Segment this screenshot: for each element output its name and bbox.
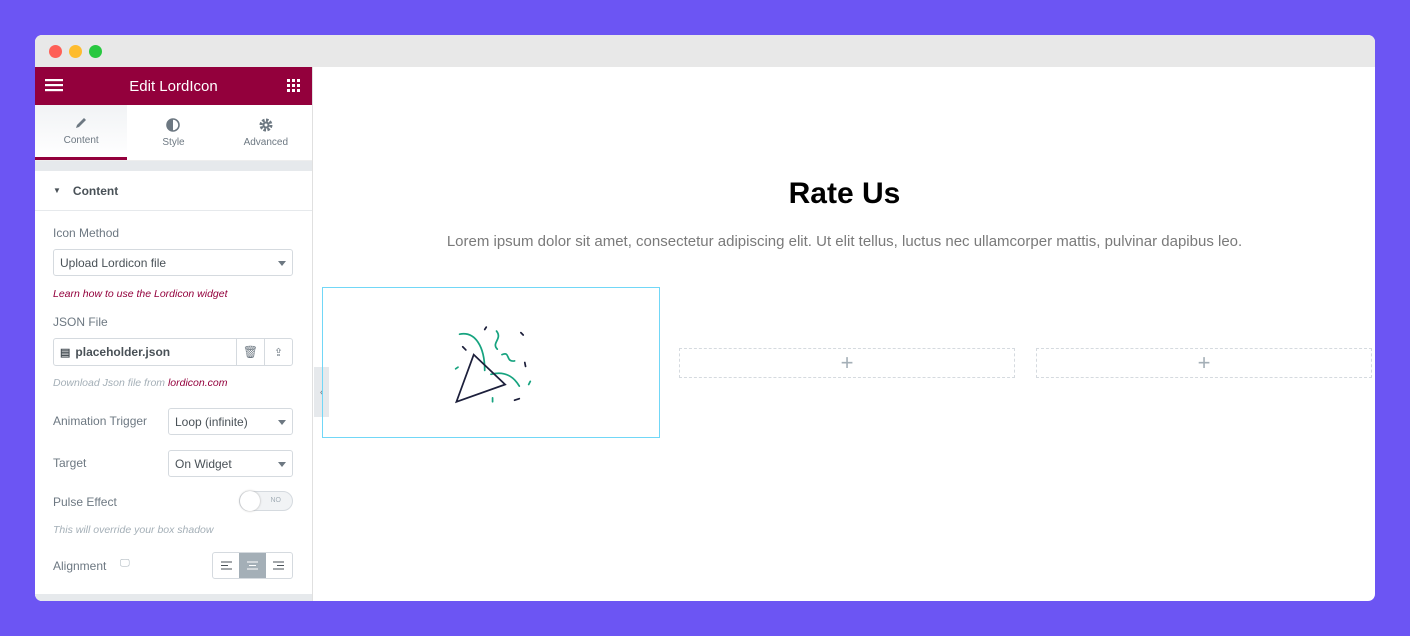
target-select[interactable]: On Widget [168,450,293,477]
animation-trigger-select[interactable]: Loop (infinite) [168,408,293,435]
page-text: Lorem ipsum dolor sit amet, consectetur … [446,233,1243,250]
align-right-button[interactable] [266,553,292,578]
panel-title: Edit LordIcon [129,77,218,95]
hamburger-menu-icon[interactable] [45,78,63,92]
note-text: Download Json file from [53,377,168,389]
pencil-icon [76,118,87,128]
icon-method-select[interactable]: Upload Lordicon file [53,249,293,276]
close-window-button[interactable] [49,45,62,58]
file-icon: ▤ [60,346,71,359]
upload-icon[interactable]: ⇪ [264,339,292,365]
party-popper-icon [454,326,532,404]
learn-link[interactable]: Learn how to use the Lordicon widget [53,288,228,300]
tab-label: Advanced [243,136,289,148]
icon-method-label: Icon Method [53,226,120,240]
align-center-icon [246,561,258,570]
animation-trigger-label: Animation Trigger [53,414,148,428]
plus-icon: + [840,350,854,375]
target-label: Target [53,456,87,470]
add-widget-placeholder[interactable]: + [679,348,1015,378]
lordicon-widget[interactable] [322,287,660,438]
toggle-state: NO [270,497,282,504]
title-bar [35,35,1375,67]
half-circle-icon [166,117,181,132]
panel-header: Edit LordIcon [35,67,312,105]
alignment-control [212,552,293,579]
tab-label: Content [63,135,99,146]
maximize-window-button[interactable] [89,45,102,58]
json-file-field[interactable]: ▤ placeholder.json 🗑 ⇪ [53,338,293,366]
section-title: Content [72,183,119,198]
page-heading: Rate Us [788,177,901,210]
tab-style[interactable]: Style [127,105,219,160]
tab-advanced[interactable]: Advanced [220,105,312,160]
json-file-label: JSON File [53,315,108,329]
section-toggle-content[interactable]: ▼ Content [35,171,312,211]
file-name: placeholder.json [75,345,171,359]
trash-icon[interactable]: 🗑 [236,339,264,365]
select-value: Upload Lordicon file [60,255,167,270]
add-widget-placeholder[interactable]: + [1036,348,1372,378]
select-value: On Widget [175,456,232,471]
alignment-label: Alignment [53,559,107,573]
browser-window: Edit LordIcon Content Style Advanced ▼ Co… [35,35,1375,601]
gear-icon [259,118,273,131]
editor-panel: Edit LordIcon Content Style Advanced ▼ Co… [35,67,313,601]
pulse-note: This will override your box shadow [53,524,214,536]
align-left-button[interactable] [213,553,239,578]
pulse-effect-toggle[interactable]: NO [239,491,293,511]
download-note: Download Json file from lordicon.com [53,377,228,389]
tab-content[interactable]: Content [35,105,128,160]
select-value: Loop (infinite) [175,414,248,429]
align-center-button[interactable] [239,553,266,578]
page-canvas: Rate Us Lorem ipsum dolor sit amet, cons… [314,67,1375,601]
grid-apps-icon[interactable] [287,79,300,92]
lordicon-link[interactable]: lordicon.com [168,377,228,389]
desktop-icon[interactable]: 🖵 [120,558,130,569]
minimize-window-button[interactable] [69,45,82,58]
align-left-icon [220,561,232,570]
pulse-effect-label: Pulse Effect [53,495,117,509]
tab-label: Style [162,136,185,148]
plus-icon: + [1197,350,1211,375]
caret-down-icon: ▼ [53,186,61,195]
align-right-icon [273,561,285,570]
